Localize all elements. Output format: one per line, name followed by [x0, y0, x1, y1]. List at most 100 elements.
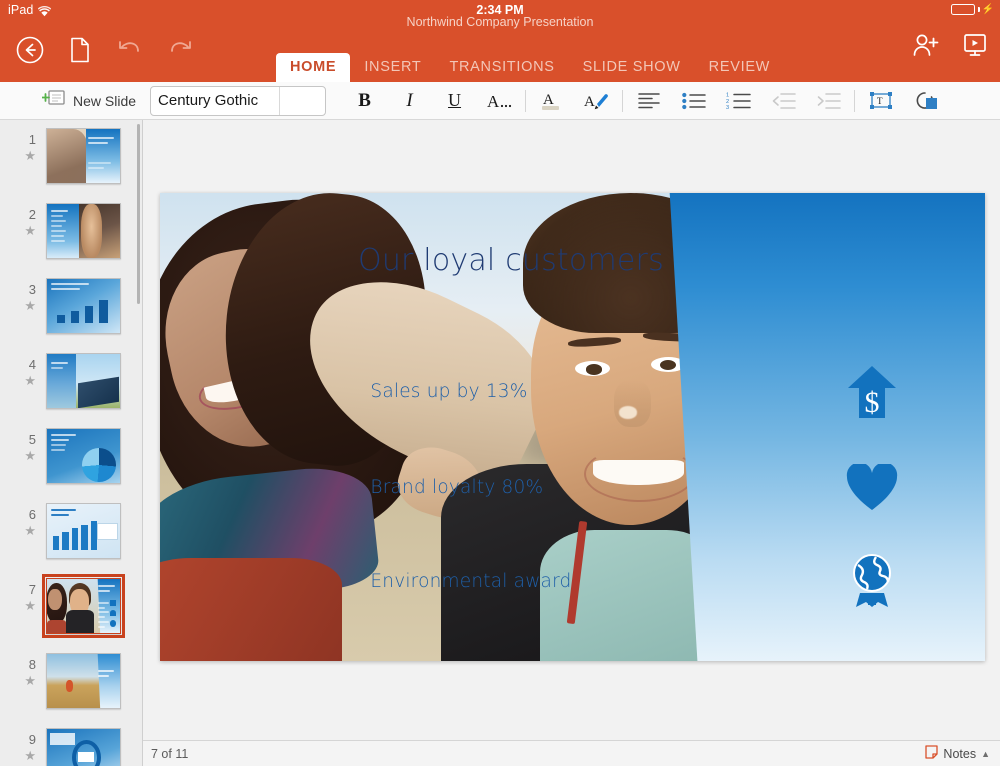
heart-icon	[846, 460, 898, 516]
svg-text:3: 3	[726, 105, 729, 110]
back-arrow-icon[interactable]	[10, 30, 50, 70]
globe-award-icon	[846, 553, 898, 609]
slide-thumbnail-5[interactable]	[46, 428, 121, 484]
numbered-list-icon[interactable]: 123	[716, 82, 761, 120]
slide-count-label: 7 of 11	[151, 747, 188, 761]
thumbnail-row: 2 ★	[0, 203, 142, 272]
ribbon-right-controls	[912, 32, 988, 63]
svg-text:A: A	[584, 94, 595, 110]
notes-button[interactable]: Notes ▲	[925, 745, 990, 762]
ribbon-left-controls	[10, 30, 200, 70]
new-slide-button[interactable]: New Slide	[42, 88, 136, 113]
thumbnail-row: 3 ★	[0, 278, 142, 347]
slide-thumbnail-9[interactable]	[46, 728, 121, 766]
font-control-group[interactable]: Century Gothic	[150, 86, 326, 116]
text-style-group: B I U A	[342, 82, 522, 120]
notes-icon	[925, 745, 938, 762]
share-person-add-icon[interactable]	[912, 32, 940, 63]
thumbnail-row: 6 ★	[0, 503, 142, 572]
status-bottom-bar: 7 of 11 Notes ▲	[143, 740, 1000, 766]
current-slide[interactable]: Our loyal customers Sales up by 13% $ Br…	[160, 193, 985, 661]
format-painter-icon[interactable]: A	[574, 82, 619, 120]
new-slide-label: New Slide	[73, 93, 136, 109]
thumbnail-number: 7	[14, 582, 36, 597]
font-size-input[interactable]	[279, 87, 325, 115]
animation-star-icon: ★	[14, 523, 36, 539]
increase-indent-icon[interactable]	[806, 82, 851, 120]
insert-object-group: T	[858, 82, 948, 120]
status-bar-right: ⚡	[951, 4, 994, 15]
bullet-list-icon[interactable]	[671, 82, 716, 120]
slide-thumbnail-8[interactable]	[46, 653, 121, 709]
slide-editor-canvas[interactable]: Our loyal customers Sales up by 13% $ Br…	[143, 120, 1000, 740]
decrease-indent-icon[interactable]	[761, 82, 806, 120]
thumbnail-row: 9 ★	[0, 728, 142, 766]
underline-button[interactable]: U	[432, 82, 477, 120]
animation-star-icon: ★	[14, 223, 36, 239]
redo-icon[interactable]	[160, 30, 200, 70]
shape-arrange-icon[interactable]	[903, 82, 948, 120]
slide-thumbnail-1[interactable]	[46, 128, 121, 184]
battery-icon	[951, 4, 975, 15]
svg-text:A: A	[543, 92, 554, 108]
svg-text:1: 1	[726, 93, 729, 99]
document-title: Northwind Company Presentation	[0, 15, 1000, 29]
animation-star-icon: ★	[14, 748, 36, 764]
animation-star-icon: ★	[14, 448, 36, 464]
font-name-input[interactable]: Century Gothic	[151, 92, 279, 109]
file-icon[interactable]	[60, 30, 100, 70]
dollar-up-arrow-icon: $	[846, 364, 898, 420]
thumbnail-number: 9	[14, 732, 36, 747]
app-ribbon: Northwind Company Presentation HOME INSE…	[0, 22, 1000, 82]
stat-label-environmental: Environmental award	[370, 570, 708, 593]
thumbnail-row: 7 ★	[0, 578, 142, 647]
font-options-icon[interactable]: A	[477, 82, 522, 120]
stat-row-sales: Sales up by 13% $	[370, 364, 898, 420]
thumbnail-number: 2	[14, 207, 36, 222]
thumbnail-number: 6	[14, 507, 36, 522]
stat-label-loyalty: Brand loyalty 80%	[370, 476, 708, 499]
thumbnail-row: 1 ★	[0, 128, 142, 197]
notes-caret-icon[interactable]: ▲	[981, 749, 990, 759]
slide-thumbnail-4[interactable]	[46, 353, 121, 409]
thumbnail-number: 3	[14, 282, 36, 297]
font-color-icon[interactable]: A	[529, 82, 574, 120]
slide-thumbnail-2[interactable]	[46, 203, 121, 259]
animation-star-icon: ★	[14, 673, 36, 689]
thumbnail-number: 1	[14, 132, 36, 147]
paragraph-group: 123	[626, 82, 851, 120]
animation-star-icon: ★	[14, 598, 36, 614]
font-color-group: A A	[529, 82, 619, 120]
slide-thumbnail-pane[interactable]: 1 ★ 2 ★ 3 ★	[0, 120, 143, 766]
animation-star-icon: ★	[14, 298, 36, 314]
slide-thumbnail-6[interactable]	[46, 503, 121, 559]
tab-insert[interactable]: INSERT	[350, 53, 435, 82]
tab-transitions[interactable]: TRANSITIONS	[435, 53, 568, 82]
tab-review[interactable]: REVIEW	[695, 53, 784, 82]
present-monitor-icon[interactable]	[962, 32, 988, 63]
new-slide-icon	[42, 88, 66, 113]
thumbnail-number: 8	[14, 657, 36, 672]
stat-row-loyalty: Brand loyalty 80%	[370, 460, 898, 516]
animation-star-icon: ★	[14, 373, 36, 389]
formatting-toolbar: New Slide Century Gothic B I U A A A	[0, 82, 1000, 120]
notes-label: Notes	[943, 747, 976, 761]
undo-icon[interactable]	[110, 30, 150, 70]
svg-text:A: A	[487, 92, 500, 111]
svg-text:T: T	[877, 96, 883, 106]
slide-title[interactable]: Our loyal customers	[358, 244, 870, 278]
tab-slide-show[interactable]: SLIDE SHOW	[569, 53, 695, 82]
tab-home[interactable]: HOME	[276, 53, 350, 82]
svg-text:2: 2	[726, 99, 729, 105]
slide-thumbnail-3[interactable]	[46, 278, 121, 334]
text-box-icon[interactable]: T	[858, 82, 903, 120]
thumbnail-row: 4 ★	[0, 353, 142, 422]
powerpoint-ipad-app: iPad 2:34 PM ⚡ Northwind Company Present…	[0, 0, 1000, 766]
thumbnail-number: 4	[14, 357, 36, 372]
slide-thumbnail-7-selected[interactable]	[46, 578, 121, 634]
align-left-icon[interactable]	[626, 82, 671, 120]
italic-button[interactable]: I	[387, 82, 432, 120]
charging-bolt-icon: ⚡	[982, 5, 994, 15]
bold-button[interactable]: B	[342, 82, 387, 120]
battery-cap-icon	[978, 7, 980, 12]
